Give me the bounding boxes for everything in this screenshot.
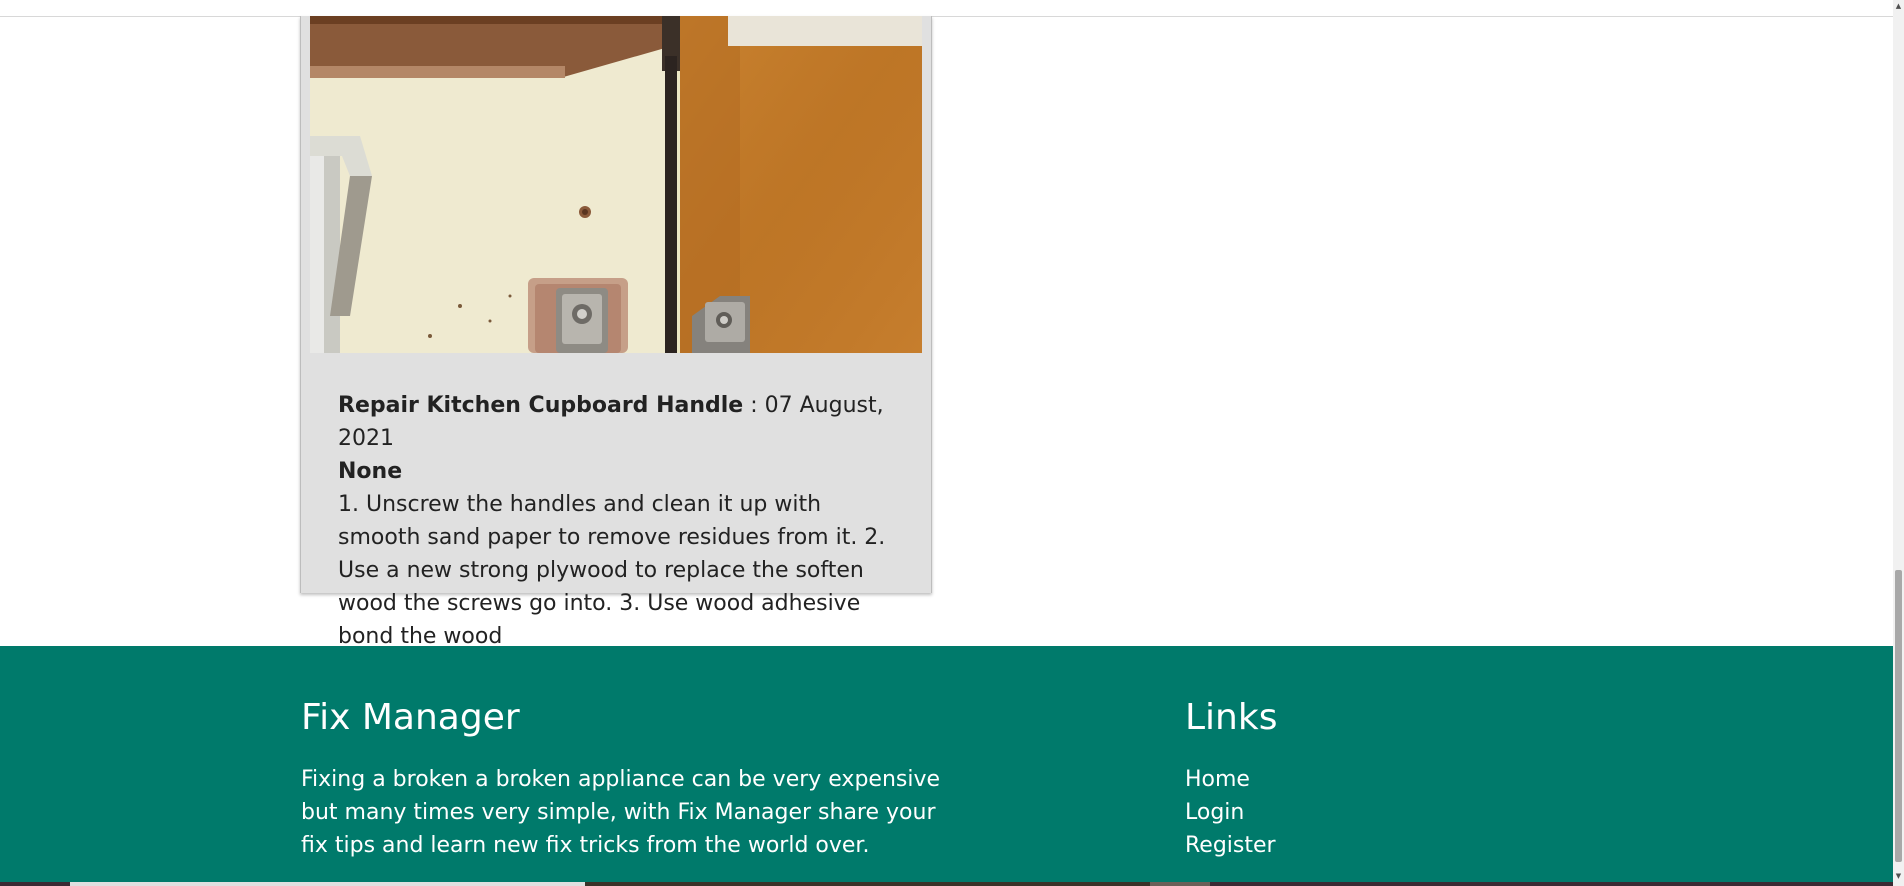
site-footer: Fix Manager Fixing a broken a broken app… bbox=[0, 646, 1893, 886]
scrollbar-thumb[interactable] bbox=[1895, 570, 1902, 862]
footer-link-login[interactable]: Login bbox=[1185, 800, 1244, 825]
footer-link-register[interactable]: Register bbox=[1185, 833, 1276, 858]
caret-down-icon[interactable]: ▼ bbox=[1895, 872, 1902, 880]
post-description: 1. Unscrew the handles and clean it up w… bbox=[338, 492, 886, 649]
post-image bbox=[310, 16, 922, 353]
post-details: Repair Kitchen Cupboard Handle : 07 Augu… bbox=[338, 389, 898, 653]
footer-link-item: Home bbox=[1185, 763, 1276, 796]
page-scrollbar[interactable]: ▲ ▼ bbox=[1893, 0, 1904, 886]
footer-brand: Fix Manager bbox=[301, 697, 520, 738]
fix-post-card[interactable]: Repair Kitchen Cupboard Handle : 07 Augu… bbox=[300, 16, 932, 649]
footer-links-list: Home Login Register bbox=[1185, 763, 1276, 862]
footer-link-item: Login bbox=[1185, 796, 1276, 829]
post-title[interactable]: Repair Kitchen Cupboard Handle bbox=[338, 393, 743, 418]
footer-links-heading: Links bbox=[1185, 697, 1278, 738]
top-divider bbox=[0, 0, 1893, 17]
caret-up-icon[interactable]: ▲ bbox=[1895, 2, 1902, 10]
footer-link-home[interactable]: Home bbox=[1185, 767, 1250, 792]
post-status: None bbox=[338, 459, 403, 484]
date-separator: : bbox=[743, 393, 765, 418]
footer-about-text: Fixing a broken a broken appliance can b… bbox=[301, 767, 941, 858]
desktop-strip bbox=[0, 882, 1893, 886]
footer-link-item: Register bbox=[1185, 829, 1276, 862]
